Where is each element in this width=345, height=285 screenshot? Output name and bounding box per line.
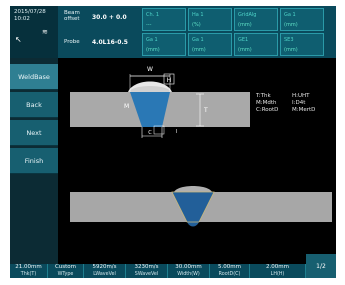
label-h: H [167, 77, 172, 84]
metric-tile[interactable]: GE1 (mm) [234, 33, 278, 56]
metric-tile[interactable]: GridAlg (mm) [234, 8, 278, 31]
clock-panel: 2015/07/28 10:02 ↖ ≋ [10, 6, 58, 58]
screen: 2015/07/28 10:02 ↖ ≋ Beam offset 30.0 + … [10, 6, 336, 278]
time: 10:02 [14, 16, 30, 22]
metric-tile[interactable]: Ch. 1 --- [142, 8, 186, 31]
param-lh[interactable]: 2.00mm LH(H) [250, 264, 306, 278]
legend-item: I:D4t [292, 100, 306, 106]
legend-item: H:UHT [292, 93, 310, 99]
legend-item: C:RootD [256, 107, 279, 113]
param-thickness[interactable]: 21.00mm Thk(T) [10, 264, 48, 278]
metric-tile[interactable]: Ga 1 (mm) [188, 33, 232, 56]
beam-offset-label: Beam offset [64, 10, 80, 22]
sidebar-item-back[interactable]: Back [10, 92, 58, 118]
param-swave-vel[interactable]: 3230m/s SWaveVel [126, 264, 168, 278]
signal-icon: ≋ [42, 28, 48, 36]
legend-item: M:MertD [292, 107, 316, 113]
legend-item: T:Thk [256, 93, 271, 99]
sidebar-item-finish[interactable]: Finish [10, 148, 58, 174]
lower-weld-cap [174, 186, 212, 192]
cursor-icon: ↖ [15, 35, 22, 44]
parameter-bar: 21.00mm Thk(T) Custom WType 5920m/s LWav… [10, 254, 336, 278]
sidebar-item-next[interactable]: Next [10, 120, 58, 146]
sidebar: WeldBase Back Next Finish [10, 58, 58, 266]
metric-tile[interactable]: SE3 (mm) [280, 33, 324, 56]
label-m: M [124, 103, 129, 110]
param-root-depth[interactable]: 5.00mm RootD(C) [210, 264, 250, 278]
sidebar-item-label: Back [26, 100, 42, 109]
label-i: I [176, 129, 177, 135]
metric-tile[interactable]: Ha 1 (%) [188, 8, 232, 31]
weld-diagram-area: W H M T C I T:Thk M:Mdth C:RootD H:UHT I… [58, 58, 336, 266]
sidebar-item-label: Next [26, 128, 42, 137]
label-t: T [203, 107, 208, 114]
top-status-bar: 2015/07/28 10:02 ↖ ≋ Beam offset 30.0 + … [10, 6, 336, 58]
sidebar-item-label: WeldBase [18, 72, 50, 81]
weld-diagrams: W H M T C I [70, 66, 332, 227]
param-width[interactable]: 30.00mm Width(W) [168, 264, 210, 278]
date: 2015/07/28 [14, 9, 46, 15]
label-c: C [148, 130, 152, 136]
param-lwave-vel[interactable]: 5920m/s LWaveVel [84, 264, 126, 278]
label-w: W [147, 66, 153, 73]
metric-tile[interactable]: Ga 1 (mm) [280, 8, 324, 31]
page-indicator[interactable]: 1/2 [306, 254, 336, 278]
beam-offset-value: 30.0 + 0.0 [92, 14, 127, 21]
metric-tile[interactable]: Ga 1 (mm) [142, 33, 186, 56]
sidebar-item-label: Finish [24, 156, 44, 165]
legend-item: M:Mdth [256, 100, 277, 106]
flaw-detector-window: 2015/07/28 10:02 ↖ ≋ Beam offset 30.0 + … [0, 0, 345, 285]
sidebar-item-weldbase[interactable]: WeldBase [10, 64, 58, 90]
param-weld-type[interactable]: Custom WType [48, 264, 84, 278]
